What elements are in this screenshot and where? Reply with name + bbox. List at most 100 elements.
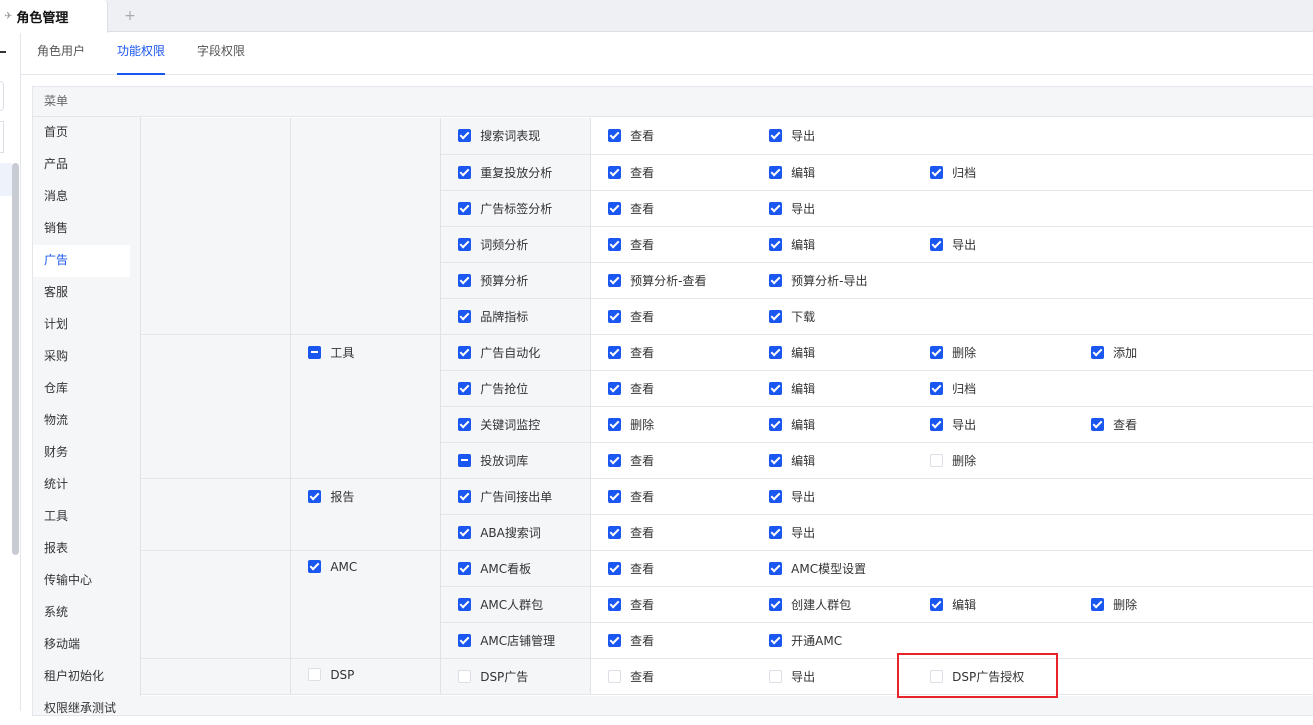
side-input-2[interactable]	[0, 121, 4, 153]
permission-checkbox[interactable]: 查看	[1091, 416, 1137, 433]
checkbox-checked-icon[interactable]	[769, 381, 783, 395]
checkbox-checked-icon[interactable]	[1091, 597, 1105, 611]
checkbox-checked-icon[interactable]	[608, 417, 622, 431]
permission-checkbox[interactable]: 归档	[930, 380, 976, 397]
menu-item[interactable]: 销售	[33, 213, 130, 245]
group-checkbox[interactable]: 工具	[308, 344, 354, 361]
permission-checkbox[interactable]: 删除	[1091, 596, 1137, 613]
checkbox-checked-icon[interactable]	[930, 597, 944, 611]
permission-checkbox[interactable]: 编辑	[930, 596, 976, 613]
tab-role-management[interactable]: ✈ 角色管理	[0, 0, 108, 33]
checkbox-checked-icon[interactable]	[608, 561, 622, 575]
permission-checkbox[interactable]: 查看	[608, 344, 654, 361]
menu-item[interactable]: 财务	[33, 437, 130, 469]
checkbox-checked-icon[interactable]	[769, 525, 783, 539]
permission-checkbox[interactable]: 查看	[608, 560, 654, 577]
menu-item[interactable]: 计划	[33, 309, 130, 341]
permission-checkbox[interactable]: 删除	[930, 344, 976, 361]
permission-checkbox[interactable]: 导出	[769, 127, 815, 144]
page-checkbox[interactable]: 广告抢位	[458, 380, 528, 397]
page-checkbox[interactable]: 关键词监控	[458, 416, 540, 433]
permission-checkbox[interactable]: 编辑	[769, 416, 815, 433]
group-checkbox[interactable]: DSP	[308, 668, 354, 682]
checkbox-checked-icon[interactable]	[608, 525, 622, 539]
menu-item[interactable]: 产品	[33, 149, 130, 181]
menu-item[interactable]: 系统	[33, 597, 130, 629]
checkbox-checked-icon[interactable]	[930, 417, 944, 431]
page-checkbox[interactable]: 重复投放分析	[458, 164, 552, 181]
checkbox-checked-icon[interactable]	[1091, 417, 1105, 431]
page-checkbox[interactable]: 词频分析	[458, 236, 528, 253]
permission-checkbox[interactable]: 查看	[608, 452, 654, 469]
checkbox-empty-icon[interactable]	[308, 668, 322, 681]
checkbox-checked-icon[interactable]	[769, 561, 783, 575]
checkbox-checked-icon[interactable]	[608, 633, 622, 647]
checkbox-checked-icon[interactable]	[769, 417, 783, 431]
menu-item[interactable]: 仓库	[33, 373, 130, 405]
checkbox-checked-icon[interactable]	[608, 345, 622, 359]
checkbox-checked-icon[interactable]	[458, 597, 472, 611]
checkbox-checked-icon[interactable]	[930, 165, 944, 179]
checkbox-checked-icon[interactable]	[608, 201, 622, 215]
page-checkbox[interactable]: 广告自动化	[458, 344, 540, 361]
checkbox-empty-icon[interactable]	[458, 669, 472, 683]
checkbox-checked-icon[interactable]	[769, 345, 783, 359]
checkbox-checked-icon[interactable]	[930, 381, 944, 395]
tab-role-users[interactable]: 角色用户	[37, 33, 85, 75]
permission-checkbox[interactable]: 查看	[608, 127, 654, 144]
menu-item[interactable]: 报表	[33, 533, 130, 565]
page-checkbox[interactable]: 投放词库	[458, 452, 528, 469]
page-checkbox[interactable]: AMC店铺管理	[458, 632, 555, 649]
side-scrollbar[interactable]	[12, 163, 19, 555]
permission-checkbox[interactable]: 导出	[769, 524, 815, 541]
menu-item[interactable]: 租户初始化	[33, 661, 130, 693]
checkbox-checked-icon[interactable]	[608, 597, 622, 611]
menu-item[interactable]: 移动端	[33, 629, 130, 661]
checkbox-checked-icon[interactable]	[769, 309, 783, 323]
checkbox-empty-icon[interactable]	[930, 453, 944, 467]
partial-checkbox-icon[interactable]	[308, 345, 322, 359]
permission-checkbox[interactable]: 编辑	[769, 344, 815, 361]
permission-checkbox[interactable]: 查看	[608, 524, 654, 541]
menu-item[interactable]: 首页	[33, 117, 130, 149]
permission-checkbox[interactable]: 编辑	[769, 164, 815, 181]
checkbox-checked-icon[interactable]	[1091, 345, 1105, 359]
permission-checkbox[interactable]: 创建人群包	[769, 596, 851, 613]
partial-checkbox-icon[interactable]	[458, 453, 472, 467]
checkbox-checked-icon[interactable]	[458, 129, 472, 142]
side-input[interactable]	[0, 81, 4, 111]
permission-checkbox[interactable]: 编辑	[769, 236, 815, 253]
page-checkbox[interactable]: 预算分析	[458, 272, 528, 289]
checkbox-checked-icon[interactable]	[308, 560, 322, 573]
menu-item[interactable]: 客服	[33, 277, 130, 309]
group-checkbox[interactable]: AMC	[308, 560, 357, 574]
checkbox-checked-icon[interactable]	[458, 489, 472, 503]
menu-item[interactable]: 传输中心	[33, 565, 130, 597]
checkbox-checked-icon[interactable]	[608, 237, 622, 251]
checkbox-empty-icon[interactable]	[608, 669, 622, 683]
checkbox-empty-icon[interactable]	[769, 669, 783, 683]
permission-checkbox[interactable]: 查看	[608, 668, 654, 685]
menu-item[interactable]: 广告	[33, 245, 130, 277]
menu-item[interactable]: 工具	[33, 501, 130, 533]
checkbox-checked-icon[interactable]	[769, 489, 783, 503]
checkbox-checked-icon[interactable]	[769, 237, 783, 251]
checkbox-checked-icon[interactable]	[458, 525, 472, 539]
page-checkbox[interactable]: 广告间接出单	[458, 488, 552, 505]
page-checkbox[interactable]: ABA搜索词	[458, 524, 541, 541]
checkbox-checked-icon[interactable]	[608, 489, 622, 503]
permission-checkbox[interactable]: 归档	[930, 164, 976, 181]
checkbox-checked-icon[interactable]	[458, 381, 472, 395]
checkbox-checked-icon[interactable]	[608, 273, 622, 287]
checkbox-checked-icon[interactable]	[458, 237, 472, 251]
checkbox-checked-icon[interactable]	[769, 633, 783, 647]
permission-checkbox[interactable]: 删除	[608, 416, 654, 433]
collapse-icon[interactable]	[0, 51, 6, 53]
pin-icon[interactable]: ✈	[4, 11, 12, 22]
permission-checkbox[interactable]: 查看	[608, 200, 654, 217]
permission-checkbox[interactable]: AMC模型设置	[769, 560, 866, 577]
permission-checkbox[interactable]: 导出	[769, 668, 815, 685]
permission-checkbox[interactable]: 查看	[608, 308, 654, 325]
checkbox-checked-icon[interactable]	[930, 345, 944, 359]
group-checkbox[interactable]: 报告	[308, 488, 354, 505]
